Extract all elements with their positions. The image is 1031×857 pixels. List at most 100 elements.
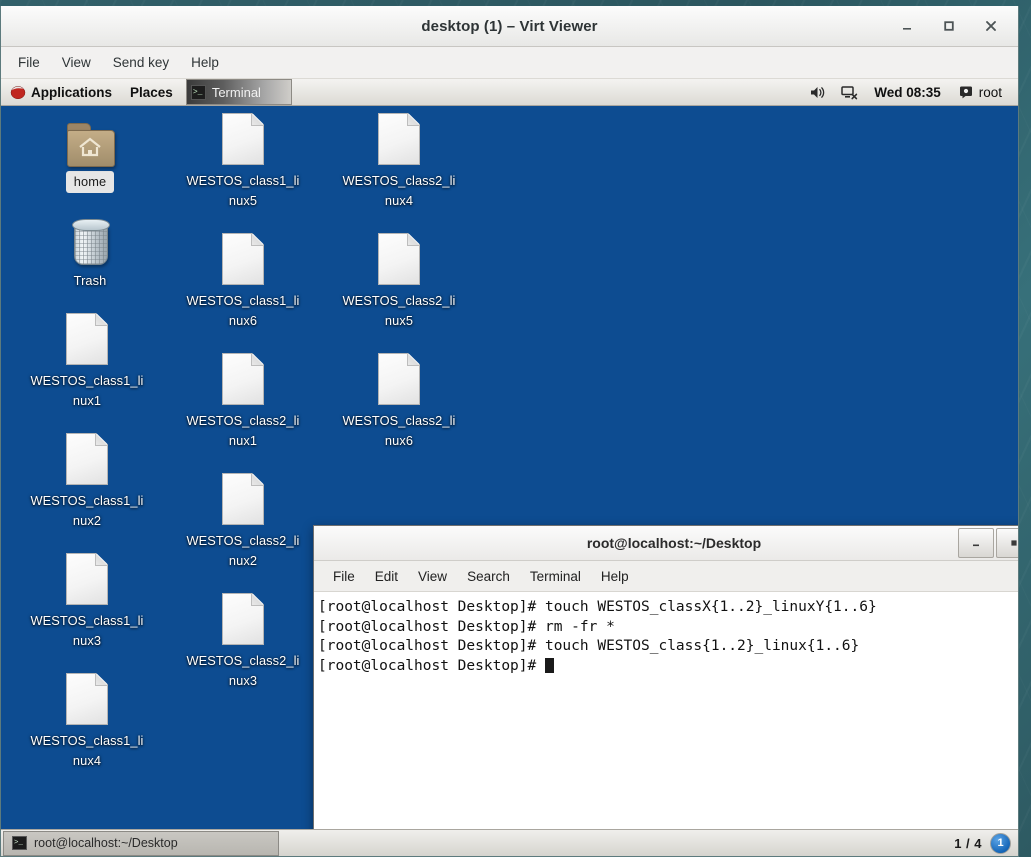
desktop-icon[interactable]: WESTOS_class2_linux2 [184,473,302,571]
file-icon [378,353,420,405]
terminal-menu-file[interactable]: File [324,565,364,588]
guest-screen: Applications Places >_ Terminal Wed 08:3… [1,79,1018,856]
top-panel-task-terminal[interactable]: >_ Terminal [185,79,292,105]
file-icon [222,593,264,645]
top-panel-task-terminal-label: Terminal [211,84,261,100]
terminal-output[interactable]: [root@localhost Desktop]# touch WESTOS_c… [314,592,1018,856]
terminal-title: root@localhost:~/Desktop [586,535,762,551]
trash-icon [70,219,110,265]
user-menu[interactable]: root [951,85,1010,100]
file-icon [66,553,108,605]
terminal-line: [root@localhost Desktop]# touch WESTOS_c… [318,638,860,654]
desktop-icon-label: WESTOS_class1_linux1 [30,373,144,408]
terminal-menu-search[interactable]: Search [458,565,519,588]
menu-view[interactable]: View [53,51,100,74]
user-icon [959,86,972,99]
terminal-icon: >_ [12,836,27,850]
desktop-icon[interactable]: WESTOS_class2_linux5 [340,233,458,331]
desktop-icon[interactable]: WESTOS_class1_linux2 [28,433,146,531]
home-folder-icon [67,123,115,167]
desktop-icon-label: Trash [73,273,107,288]
desktop-icon-label: WESTOS_class2_linux1 [186,413,300,448]
virt-viewer-menubar: File View Send key Help [1,47,1018,79]
terminal-prompt: [root@localhost Desktop]# [318,657,545,674]
desktop-icon[interactable]: WESTOS_class2_linux3 [184,593,302,691]
desktop-icon-label: WESTOS_class2_linux4 [342,173,456,208]
terminal-maximize-icon[interactable] [996,528,1018,558]
terminal-line: [root@localhost Desktop]# rm -fr * [318,618,615,635]
desktop-icon-label: WESTOS_class2_linux5 [342,293,456,328]
desktop-icon-label: WESTOS_class1_linux5 [186,173,300,208]
terminal-menu-help[interactable]: Help [592,565,638,588]
menu-file[interactable]: File [9,51,49,74]
clock[interactable]: Wed 08:35 [866,85,949,100]
file-icon [222,113,264,165]
desktop-icon-label: WESTOS_class2_linux3 [186,653,300,688]
fedora-logo-icon [10,85,26,100]
file-icon [222,473,264,525]
desktop-icon-label: home [65,171,115,193]
taskbar-item-terminal[interactable]: >_ root@localhost:~/Desktop [3,830,279,856]
virt-viewer-title: desktop (1) – Virt Viewer [421,17,598,35]
applications-label: Applications [31,84,113,100]
volume-icon[interactable] [804,85,833,100]
desktop-icon[interactable]: WESTOS_class2_linux4 [340,113,458,211]
screen: desktop (1) – Virt Viewer File View Send… [0,0,1031,857]
desktop-icon[interactable]: WESTOS_class1_linux5 [184,113,302,211]
virt-viewer-window: desktop (1) – Virt Viewer File View Send… [0,6,1019,857]
desktop-icon[interactable]: home [31,113,149,193]
desktop-icon[interactable]: WESTOS_class1_linux4 [28,673,146,771]
taskbar-item-label: root@localhost:~/Desktop [34,836,178,850]
desktop-icon[interactable]: WESTOS_class1_linux1 [28,313,146,411]
desktop-icon-label: WESTOS_class1_linux6 [186,293,300,328]
terminal-menu-terminal[interactable]: Terminal [521,565,590,588]
file-icon [378,113,420,165]
desktop-icon[interactable]: WESTOS_class2_linux1 [184,353,302,451]
network-disconnected-icon[interactable] [835,85,864,100]
terminal-menubar: File Edit View Search Terminal Help [314,561,1018,592]
virt-viewer-titlebar: desktop (1) – Virt Viewer [1,6,1018,47]
desktop-icon[interactable]: Trash [31,213,149,291]
terminal-cursor [544,657,554,673]
maximize-icon[interactable] [938,15,960,37]
places-menu[interactable]: Places [121,79,182,105]
terminal-menu-edit[interactable]: Edit [366,565,407,588]
terminal-window: root@localhost:~/Desktop File Edit View [313,525,1018,856]
menu-send-key[interactable]: Send key [104,51,178,74]
file-icon [222,353,264,405]
desktop-icon-label: WESTOS_class2_linux6 [342,413,456,448]
desktop-icon-label: WESTOS_class1_linux3 [30,613,144,648]
top-panel-left: Applications Places >_ Terminal [1,79,292,105]
file-icon [66,673,108,725]
desktop-icon-label: WESTOS_class2_linux2 [186,533,300,568]
menu-help[interactable]: Help [182,51,228,74]
terminal-line: [root@localhost Desktop]# touch WESTOS_c… [318,599,877,615]
applications-menu[interactable]: Applications [1,79,121,105]
close-icon[interactable] [980,15,1002,37]
terminal-minimize-icon[interactable] [958,528,994,558]
desktop-icon-label: WESTOS_class1_linux4 [30,733,144,768]
terminal-menu-view[interactable]: View [409,565,456,588]
terminal-icon: >_ [190,84,206,100]
desktop-icon[interactable]: WESTOS_class2_linux6 [340,353,458,451]
virt-viewer-window-controls [896,6,1012,46]
workspace-current-badge[interactable]: 1 [990,832,1011,854]
desktop-icon[interactable]: WESTOS_class1_linux6 [184,233,302,331]
guest-bottom-panel: >_ root@localhost:~/Desktop 1 / 4 1 [1,829,1018,856]
terminal-titlebar: root@localhost:~/Desktop [314,526,1018,561]
file-icon [66,313,108,365]
top-panel-tray: Wed 08:35 root [804,79,1018,105]
minimize-icon[interactable] [896,15,918,37]
places-label: Places [130,84,173,100]
desktop-icon[interactable]: WESTOS_class1_linux3 [28,553,146,651]
user-label: root [978,84,1002,100]
desktop-icon-label: WESTOS_class1_linux2 [30,493,144,528]
file-icon [378,233,420,285]
workspace-switcher: 1 / 4 1 [954,832,1018,854]
guest-top-panel: Applications Places >_ Terminal Wed 08:3… [1,79,1018,106]
file-icon [222,233,264,285]
terminal-prompt-line: [root@localhost Desktop]# [318,657,1018,677]
workspace-count: 1 / 4 [954,835,982,851]
terminal-window-controls [958,528,1018,558]
file-icon [66,433,108,485]
